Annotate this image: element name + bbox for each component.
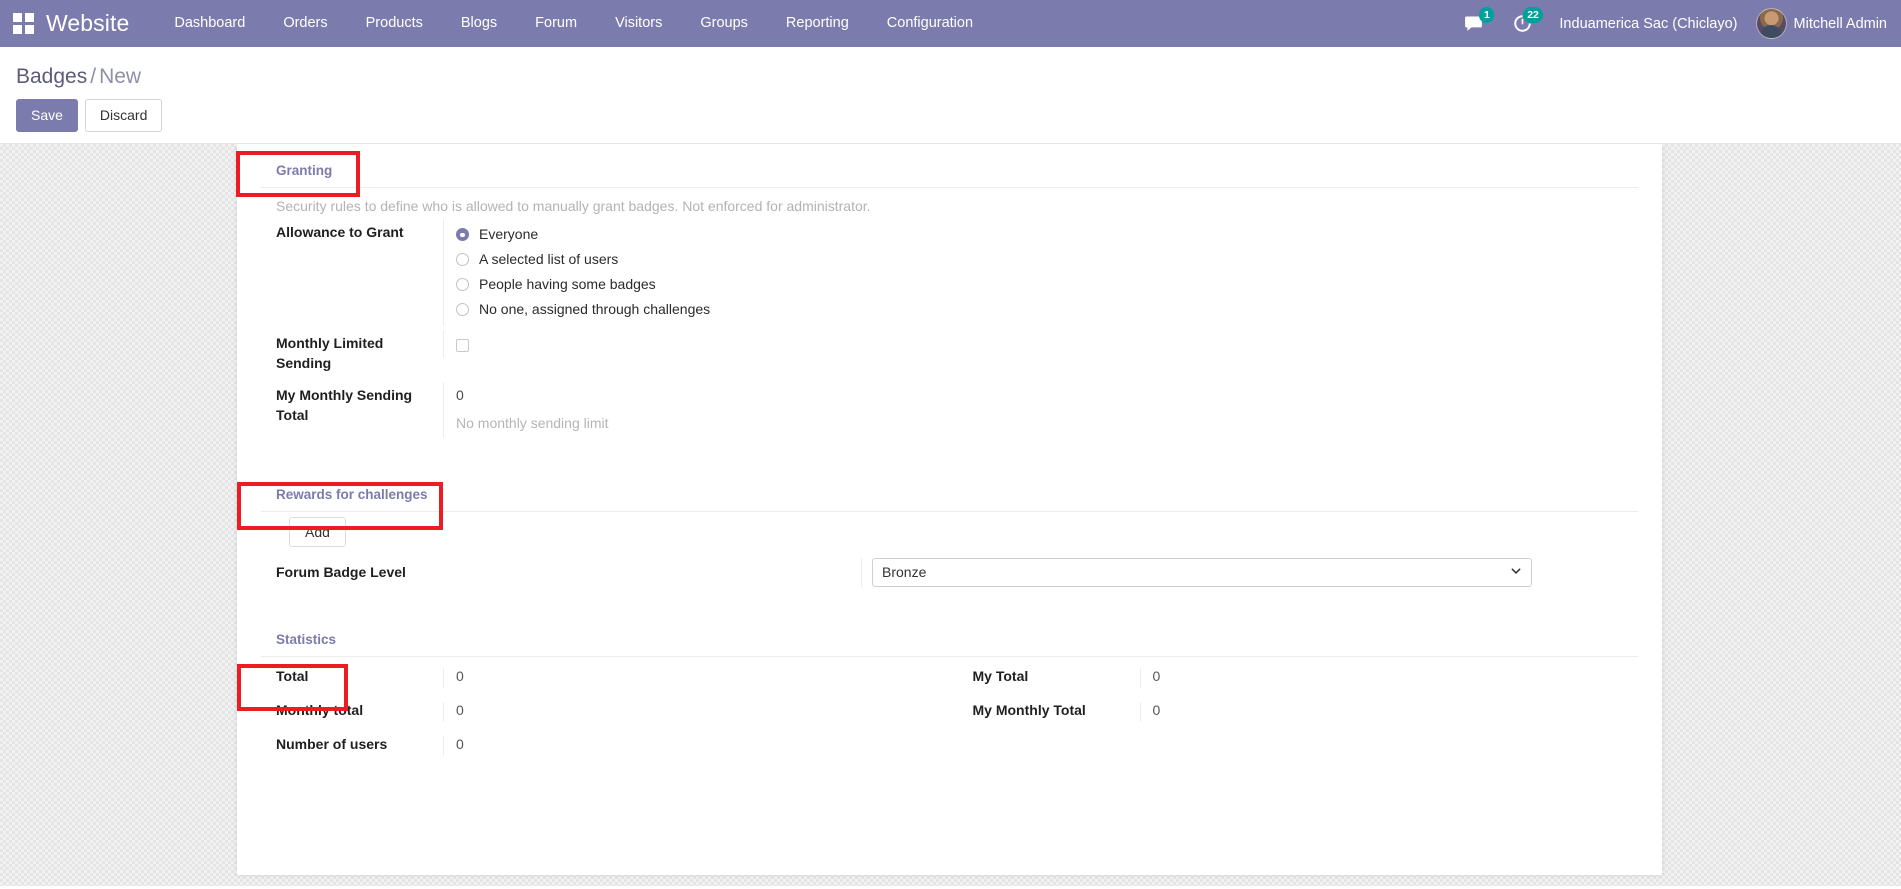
company-switcher[interactable]: Induamerica Sac (Chiclayo) [1547,16,1755,32]
rewards-add-row: Add [261,512,1638,550]
stat-row-total: Total 0 [261,661,950,695]
user-menu[interactable]: Mitchell Admin [1755,8,1893,39]
apps-grid-icon [12,13,34,34]
label-monthly-total: Monthly total [276,701,364,718]
menu-item-products[interactable]: Products [347,0,442,47]
radio-everyone-label[interactable]: Everyone [479,225,538,245]
menu-item-orders[interactable]: Orders [264,0,346,47]
section-title-granting: Granting [276,162,333,178]
radio-option-people-having-badges[interactable]: People having some badges [456,273,1638,298]
forum-badge-level-select-wrap: Bronze [872,557,1532,587]
menu-item-reporting[interactable]: Reporting [767,0,868,47]
form-view-background: Granting Security rules to define who is… [0,143,1901,886]
radio-selected-users-label[interactable]: A selected list of users [479,250,618,270]
record-action-buttons: Save Discard [0,93,1901,143]
label-number-of-users: Number of users [276,735,388,752]
activities-badge: 22 [1522,7,1544,23]
radio-selected-users-input[interactable] [456,253,469,267]
breadcrumb-separator: / [90,65,97,88]
app-brand-website[interactable]: Website [46,10,155,37]
add-button[interactable]: Add [289,516,346,547]
radio-option-no-one-challenges[interactable]: No one, assigned through challenges [456,298,1638,323]
label-total: Total [276,667,309,684]
stat-row-my-monthly-total: My Monthly Total 0 [950,695,1639,729]
my-monthly-sending-total-number: 0 [456,387,464,404]
forum-badge-level-holder: Bronze [861,557,1638,587]
value-number-of-users: 0 [443,735,950,756]
value-my-monthly-total: 0 [1139,701,1639,722]
field-monthly-limited-sending: Monthly Limited Sending [261,328,1638,380]
label-allowance-to-grant: Allowance to Grant [276,223,404,240]
stat-row-number-of-users: Number of users 0 [261,729,950,763]
main-menu: Dashboard Orders Products Blogs Forum Vi… [155,0,992,47]
menu-item-groups[interactable]: Groups [681,0,767,47]
menu-item-dashboard[interactable]: Dashboard [155,0,264,47]
label-my-monthly-sending-total: My Monthly Sending Total [276,387,413,424]
save-button[interactable]: Save [16,99,78,132]
field-forum-badge-level: Forum Badge Level Bronze [261,550,1638,591]
radio-people-having-badges-label[interactable]: People having some badges [479,275,656,295]
radio-no-one-challenges-input[interactable] [456,302,469,316]
radio-no-one-challenges-label[interactable]: No one, assigned through challenges [479,300,710,320]
menu-item-forum[interactable]: Forum [516,0,596,47]
menu-item-blogs[interactable]: Blogs [442,0,516,47]
breadcrumb-current-new: New [99,65,142,88]
label-my-total: My Total [972,667,1029,684]
discard-button[interactable]: Discard [84,99,163,132]
section-title-statistics: Statistics [276,631,337,647]
apps-menu-toggle[interactable] [0,0,46,47]
radio-people-having-badges-input[interactable] [456,278,469,292]
user-name: Mitchell Admin [1793,15,1887,32]
radio-option-everyone[interactable]: Everyone [456,223,1638,248]
menu-item-configuration[interactable]: Configuration [868,0,992,47]
value-monthly-total: 0 [443,701,950,722]
stat-row-my-total: My Total 0 [950,661,1639,695]
section-granting-header: Granting [261,158,1638,188]
field-allowance-to-grant: Allowance to Grant Everyone A selected l… [261,217,1638,329]
radio-everyone-input[interactable] [456,228,469,242]
messages-menu[interactable]: 1 [1449,0,1498,47]
label-monthly-limited-sending: Monthly Limited Sending [276,335,384,372]
menu-item-visitors[interactable]: Visitors [596,0,681,47]
breadcrumb: Badges / New [0,57,1901,93]
my-monthly-sending-total-value: 0 No monthly sending limit [443,382,1638,438]
activities-menu[interactable]: 22 [1498,0,1547,47]
statistics-column-right: My Total 0 My Monthly Total 0 [950,661,1639,763]
granting-description: Security rules to define who is allowed … [276,197,871,214]
value-my-total: 0 [1139,667,1639,688]
monthly-limited-sending-checkbox[interactable] [456,339,469,353]
form-sheet: Granting Security rules to define who is… [237,143,1662,875]
allowance-radio-group: Everyone A selected list of users People… [443,218,1638,327]
section-rewards-header: Rewards for challenges [261,482,1638,512]
label-forum-badge-level: Forum Badge Level [276,564,406,581]
top-navbar: Website Dashboard Orders Products Blogs … [0,0,1901,47]
no-monthly-sending-limit-text: No monthly sending limit [456,415,609,432]
label-my-monthly-total: My Monthly Total [972,701,1086,718]
forum-badge-level-select[interactable]: Bronze [872,557,1532,587]
section-title-rewards: Rewards for challenges [276,486,428,502]
statistics-grid: Total 0 Monthly total 0 Number of users … [261,657,1638,763]
value-total: 0 [443,667,950,688]
section-statistics-header: Statistics [261,627,1638,657]
control-panel: Badges / New Save Discard [0,47,1901,144]
statistics-column-left: Total 0 Monthly total 0 Number of users … [261,661,950,763]
radio-option-selected-users[interactable]: A selected list of users [456,248,1638,273]
field-my-monthly-sending-total: My Monthly Sending Total 0 No monthly se… [261,380,1638,440]
monthly-limited-sending-value [443,330,1638,359]
breadcrumb-badges[interactable]: Badges [16,65,87,88]
navbar-systray: 1 22 Induamerica Sac (Chiclayo) Mitchell… [1449,0,1901,47]
messages-badge: 1 [1479,7,1495,23]
stat-row-monthly-total: Monthly total 0 [261,695,950,729]
avatar [1755,8,1787,39]
